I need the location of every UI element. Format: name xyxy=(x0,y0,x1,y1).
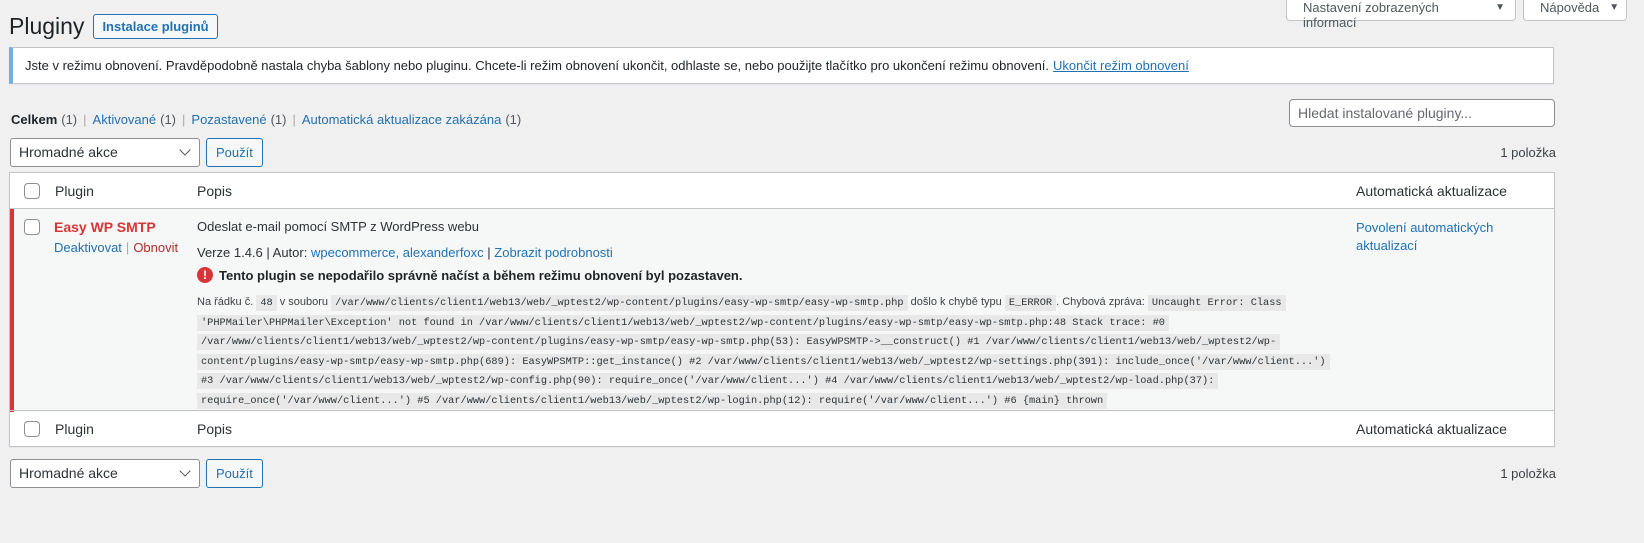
bulk-actions-value: Hromadné akce xyxy=(19,465,118,481)
filter-auto-update-disabled[interactable]: Automatická aktualizace zakázána xyxy=(302,112,501,127)
chevron-down-icon xyxy=(179,465,191,477)
column-footer-auto-update: Automatická aktualizace xyxy=(1356,420,1507,437)
column-header-auto-update: Automatická aktualizace xyxy=(1356,182,1507,199)
plugin-error-detail: Na řádku č. 48 v souboru /var/www/client… xyxy=(197,293,1332,410)
caret-down-icon: ▼ xyxy=(1609,2,1620,13)
help-label: Nápověda xyxy=(1540,0,1600,15)
apply-button-bottom[interactable]: Použít xyxy=(206,458,263,488)
error-type-label: došlo k chybě typu xyxy=(910,296,1002,308)
plugin-version-line: Verze 1.4.6 | Autor: wpecommerce, alexan… xyxy=(197,245,613,260)
view-details-link[interactable]: Zobrazit podrobnosti xyxy=(494,245,613,260)
items-count: 1 položka xyxy=(1500,144,1556,160)
tablenav-bottom: Hromadné akce Použít 1 položka xyxy=(10,458,1556,488)
items-count-bottom: 1 položka xyxy=(1500,465,1556,481)
bulk-actions-select[interactable]: Hromadné akce xyxy=(10,137,200,167)
help-button[interactable]: Nápověda ▼ xyxy=(1523,0,1627,21)
exit-recovery-mode-link[interactable]: Ukončit režim obnovení xyxy=(1053,58,1189,73)
separator: | xyxy=(83,112,87,127)
separator: | xyxy=(182,112,186,127)
screen-options-button[interactable]: Nastavení zobrazených informací ▼ xyxy=(1286,0,1516,30)
author-link[interactable]: wpecommerce, alexanderfoxc xyxy=(311,245,484,260)
version-author-label: Verze 1.4.6 | Autor: xyxy=(197,245,308,260)
plugin-name: Easy WP SMTP xyxy=(54,219,156,235)
bulk-actions-value: Hromadné akce xyxy=(19,144,118,160)
error-message: Uncaught Error: Class 'PHPMailer\PHPMail… xyxy=(197,295,1330,409)
filter-active-count: (1) xyxy=(160,112,177,127)
caret-down-icon: ▼ xyxy=(1495,2,1505,13)
tablenav-top: Hromadné akce Použít 1 položka xyxy=(10,137,1556,167)
search-plugins-input[interactable] xyxy=(1289,99,1555,127)
page-title: Pluginy xyxy=(9,13,85,39)
recovery-mode-notice: Jste v režimu obnovení. Pravděpodobně na… xyxy=(9,47,1554,84)
screen-options-label: Nastavení zobrazených informací xyxy=(1303,0,1439,30)
plugin-description: Odeslat e-mail pomocí SMTP z WordPress w… xyxy=(197,219,480,234)
filter-paused-count: (1) xyxy=(270,112,287,127)
resume-link[interactable]: Obnovit xyxy=(133,240,178,255)
error-type: E_ERROR xyxy=(1004,295,1057,311)
table-footer: Plugin Popis Automatická aktualizace xyxy=(10,410,1554,446)
table-header: Plugin Popis Automatická aktualizace xyxy=(10,173,1554,209)
plugin-checkbox[interactable] xyxy=(24,219,40,235)
screen-meta-links: Nastavení zobrazených informací ▼ Nápově… xyxy=(1286,0,1627,30)
filter-all[interactable]: Celkem xyxy=(11,112,57,127)
column-footer-description: Popis xyxy=(197,420,233,437)
apply-button[interactable]: Použít xyxy=(206,137,263,167)
column-header-description: Popis xyxy=(197,182,233,199)
add-new-plugin-button[interactable]: Instalace pluginů xyxy=(93,14,218,39)
error-file-label: v souboru xyxy=(279,296,329,308)
error-title-text: Tento plugin se nepodařilo správně načís… xyxy=(219,267,743,283)
select-all-checkbox[interactable] xyxy=(24,182,40,199)
page-header: Pluginy Instalace pluginů xyxy=(9,12,218,40)
error-message-label: . Chybová zpráva: xyxy=(1056,296,1145,308)
plugin-status-filters: Celkem (1) | Aktivované (1) | Pozastaven… xyxy=(11,112,521,127)
select-all-checkbox-bottom[interactable] xyxy=(24,420,40,437)
error-file-path: /var/www/clients/client1/web13/web/_wpte… xyxy=(331,295,908,311)
filter-active[interactable]: Aktivované xyxy=(93,112,157,127)
error-icon: ! xyxy=(197,267,213,283)
notice-text: Jste v režimu obnovení. Pravděpodobně na… xyxy=(25,58,1050,73)
filter-paused[interactable]: Pozastavené xyxy=(191,112,266,127)
bulk-actions-select-bottom[interactable]: Hromadné akce xyxy=(10,458,200,488)
separator: | xyxy=(125,240,130,255)
error-line-number: 48 xyxy=(256,295,277,311)
filter-all-count: (1) xyxy=(61,112,78,127)
separator: | xyxy=(292,112,296,127)
plugin-error-title: ! Tento plugin se nepodařilo správně nač… xyxy=(197,267,742,283)
column-header-plugin: Plugin xyxy=(55,182,94,199)
column-footer-plugin: Plugin xyxy=(55,420,94,437)
enable-auto-updates-link[interactable]: Povolení automatických aktualizací xyxy=(1356,219,1506,255)
deactivate-link[interactable]: Deaktivovat xyxy=(54,240,122,255)
chevron-down-icon xyxy=(179,144,191,156)
filter-auto-update-disabled-count: (1) xyxy=(505,112,522,127)
table-row: Easy WP SMTP Deaktivovat | Obnovit Odesl… xyxy=(10,209,1554,412)
plugins-table: Plugin Popis Automatická aktualizace Eas… xyxy=(9,172,1555,447)
row-actions: Deaktivovat | Obnovit xyxy=(54,240,178,255)
error-line-label: Na řádku č. xyxy=(197,296,254,308)
